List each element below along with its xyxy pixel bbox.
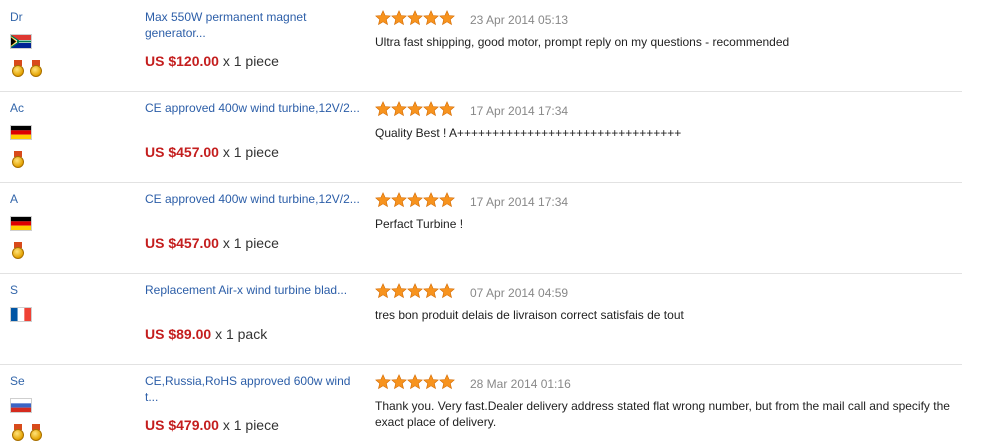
star-icon <box>407 10 423 26</box>
star-icon <box>407 101 423 117</box>
buyer-name[interactable]: Ac <box>10 101 24 115</box>
star-icon <box>423 10 439 26</box>
product-link[interactable]: CE,Russia,RoHS approved 600w wind t... <box>145 373 360 405</box>
review-date: 07 Apr 2014 04:59 <box>470 286 569 300</box>
rating-stars <box>375 374 455 390</box>
order-price: US $120.00 <box>145 53 219 69</box>
star-icon <box>375 10 391 26</box>
star-icon <box>407 283 423 299</box>
order-quantity: x 1 piece <box>222 235 279 251</box>
star-icon <box>391 192 407 208</box>
order-price-line: US $120.00 x 1 piece <box>145 53 279 69</box>
feedback-row: Dr Max 550W permanent magnet generator..… <box>0 0 962 92</box>
star-icon <box>375 101 391 117</box>
feedback-row: S Replacement Air-x wind turbine blad...… <box>0 273 962 365</box>
star-icon <box>439 10 455 26</box>
buyer-medals <box>12 151 27 169</box>
feedback-row: Se CE,Russia,RoHS approved 600w wind t..… <box>0 364 962 444</box>
feedback-row: A CE approved 400w wind turbine,12V/2...… <box>0 182 962 274</box>
rating-stars <box>375 283 455 299</box>
star-icon <box>375 374 391 390</box>
buyer-medals <box>12 242 27 260</box>
order-price: US $457.00 <box>145 235 219 251</box>
order-price: US $457.00 <box>145 144 219 160</box>
review-date: 23 Apr 2014 05:13 <box>470 13 569 27</box>
star-icon <box>391 374 407 390</box>
review-comment: Thank you. Very fast.Dealer delivery add… <box>375 399 950 429</box>
star-icon <box>439 101 455 117</box>
review-comment: Perfact Turbine ! <box>375 217 464 231</box>
star-icon <box>391 283 407 299</box>
rating-stars <box>375 101 455 117</box>
medal-icon <box>30 60 43 78</box>
review-comment: Ultra fast shipping, good motor, prompt … <box>375 35 790 49</box>
buyer-medals <box>12 424 45 442</box>
feedback-row: Ac CE approved 400w wind turbine,12V/2..… <box>0 91 962 183</box>
star-icon <box>423 374 439 390</box>
order-quantity: x 1 piece <box>222 53 279 69</box>
buyer-medals <box>12 60 45 78</box>
product-link[interactable]: Replacement Air-x wind turbine blad... <box>145 282 360 298</box>
buyer-name[interactable]: Dr <box>10 10 23 24</box>
order-quantity: x 1 pack <box>215 326 268 342</box>
rating-stars <box>375 192 455 208</box>
order-price-line: US $457.00 x 1 piece <box>145 144 279 160</box>
flag-de-icon <box>11 126 31 139</box>
order-price-line: US $89.00 x 1 pack <box>145 326 267 342</box>
buyer-name[interactable]: S <box>10 283 18 297</box>
flag-za-icon <box>11 35 31 48</box>
feedback-list: Dr Max 550W permanent magnet generator..… <box>0 0 995 444</box>
star-icon <box>423 283 439 299</box>
star-icon <box>391 10 407 26</box>
star-icon <box>407 374 423 390</box>
medal-icon <box>12 424 24 442</box>
order-quantity: x 1 piece <box>222 144 279 160</box>
star-icon <box>407 192 423 208</box>
rating-stars <box>375 10 455 26</box>
star-icon <box>439 283 455 299</box>
product-link[interactable]: CE approved 400w wind turbine,12V/2... <box>145 191 360 207</box>
review-comment: Quality Best ! A++++++++++++++++++++++++… <box>375 126 682 140</box>
product-link[interactable]: Max 550W permanent magnet generator... <box>145 9 360 41</box>
order-price: US $89.00 <box>145 326 212 342</box>
star-icon <box>439 374 455 390</box>
medal-icon <box>12 242 24 260</box>
star-icon <box>391 101 407 117</box>
review-date: 17 Apr 2014 17:34 <box>470 104 569 118</box>
star-icon <box>423 101 439 117</box>
star-icon <box>375 192 391 208</box>
buyer-name[interactable]: A <box>10 192 18 206</box>
product-link[interactable]: CE approved 400w wind turbine,12V/2... <box>145 100 360 116</box>
medal-icon <box>30 424 43 442</box>
medal-icon <box>12 60 24 78</box>
order-quantity: x 1 piece <box>222 417 279 433</box>
medal-icon <box>12 151 24 169</box>
order-price: US $479.00 <box>145 417 219 433</box>
flag-de-icon <box>11 217 31 230</box>
order-price-line: US $479.00 x 1 piece <box>145 417 279 433</box>
order-price-line: US $457.00 x 1 piece <box>145 235 279 251</box>
star-icon <box>375 283 391 299</box>
star-icon <box>439 192 455 208</box>
review-date: 28 Mar 2014 01:16 <box>470 377 571 391</box>
flag-fr-icon <box>11 308 31 321</box>
review-date: 17 Apr 2014 17:34 <box>470 195 569 209</box>
star-icon <box>423 192 439 208</box>
buyer-name[interactable]: Se <box>10 374 25 388</box>
flag-ru-icon <box>11 399 31 412</box>
review-comment: tres bon produit delais de livraison cor… <box>375 308 684 322</box>
